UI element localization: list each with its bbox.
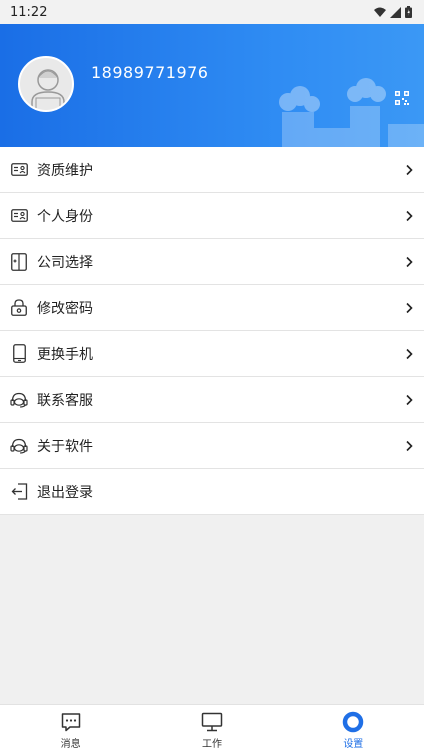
chevron-right-icon xyxy=(406,210,413,221)
menu-item-label: 修改密码 xyxy=(37,300,93,317)
company-switch-icon xyxy=(10,252,28,271)
tab-label: 工作 xyxy=(201,738,222,750)
menu-item-label: 资质维护 xyxy=(37,162,93,179)
menu-item-about[interactable]: 关于软件 xyxy=(0,423,424,469)
headset-icon xyxy=(10,391,28,409)
menu-item-contact-support[interactable]: 联系客服 xyxy=(0,377,424,423)
user-phone: 18989771976 xyxy=(91,63,209,82)
headset-icon xyxy=(10,437,28,455)
settings-ring-icon xyxy=(343,711,364,732)
settings-menu: 资质维护 个人身份 公司选择 修改密码 更换手机 联系客服 关于软件 退出登录 xyxy=(0,147,424,515)
chevron-right-icon xyxy=(406,164,413,175)
menu-item-change-password[interactable]: 修改密码 xyxy=(0,285,424,331)
menu-item-change-phone[interactable]: 更换手机 xyxy=(0,331,424,377)
battery-icon xyxy=(405,6,412,18)
tab-messages[interactable]: 消息 xyxy=(0,705,141,755)
tab-settings[interactable]: 设置 xyxy=(283,705,424,755)
chevron-right-icon xyxy=(406,394,413,405)
chevron-right-icon xyxy=(406,440,413,451)
menu-item-label: 关于软件 xyxy=(37,438,93,455)
status-time: 11:22 xyxy=(10,4,48,20)
bottom-tab-bar: 消息 工作 设置 xyxy=(0,704,424,755)
menu-item-identity[interactable]: 个人身份 xyxy=(0,193,424,239)
id-card-icon xyxy=(10,207,28,225)
id-card-icon xyxy=(10,161,28,179)
menu-item-label: 个人身份 xyxy=(37,208,93,225)
lock-icon xyxy=(10,299,28,317)
user-avatar-icon xyxy=(31,69,65,110)
menu-item-qualification[interactable]: 资质维护 xyxy=(0,147,424,193)
tab-label: 设置 xyxy=(343,738,364,750)
message-icon xyxy=(61,712,80,731)
menu-item-company-select[interactable]: 公司选择 xyxy=(0,239,424,285)
menu-item-logout[interactable]: 退出登录 xyxy=(0,469,424,515)
factory-decoration-icon xyxy=(279,78,424,147)
wifi-icon xyxy=(374,7,386,17)
signal-icon xyxy=(390,6,401,18)
menu-item-label: 联系客服 xyxy=(37,392,93,409)
status-icons xyxy=(374,6,412,18)
phone-icon xyxy=(10,344,28,363)
profile-header: 18989771976 xyxy=(0,24,424,147)
status-bar: 11:22 xyxy=(0,0,424,24)
tab-label: 消息 xyxy=(60,738,81,750)
menu-item-label: 退出登录 xyxy=(37,484,93,501)
monitor-icon xyxy=(201,712,223,731)
menu-item-label: 更换手机 xyxy=(37,346,93,363)
tab-work[interactable]: 工作 xyxy=(141,705,282,755)
chevron-right-icon xyxy=(406,302,413,313)
qr-code-icon[interactable] xyxy=(395,91,409,105)
menu-item-label: 公司选择 xyxy=(37,254,93,271)
avatar[interactable] xyxy=(18,56,74,112)
logout-icon xyxy=(10,483,28,501)
chevron-right-icon xyxy=(406,348,413,359)
chevron-right-icon xyxy=(406,256,413,267)
